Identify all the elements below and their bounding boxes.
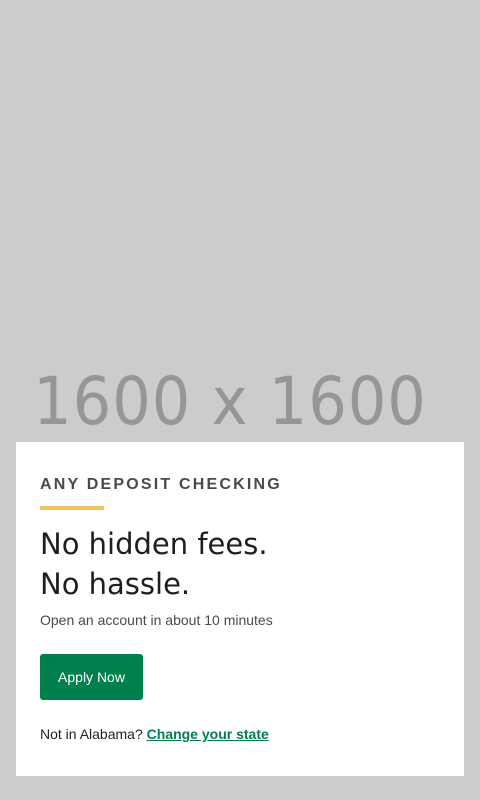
state-line: Not in Alabama? Change your state xyxy=(40,726,269,742)
apply-now-button[interactable]: Apply Now xyxy=(40,654,143,700)
product-eyebrow: ANY DEPOSIT CHECKING xyxy=(40,476,282,493)
subtext: Open an account in about 10 minutes xyxy=(40,612,273,628)
headline: No hidden fees. No hassle. xyxy=(40,524,268,604)
state-prompt: Not in Alabama? xyxy=(40,726,147,742)
placeholder-size-label: 1600 x 1600 xyxy=(33,363,427,440)
headline-line-1: No hidden fees. xyxy=(40,527,268,561)
page: 1600 x 1600 ANY DEPOSIT CHECKING No hidd… xyxy=(0,0,480,800)
headline-line-2: No hassle. xyxy=(40,567,191,601)
change-state-link[interactable]: Change your state xyxy=(147,726,269,742)
promo-card: ANY DEPOSIT CHECKING No hidden fees. No … xyxy=(16,442,464,776)
accent-underline xyxy=(40,506,104,510)
